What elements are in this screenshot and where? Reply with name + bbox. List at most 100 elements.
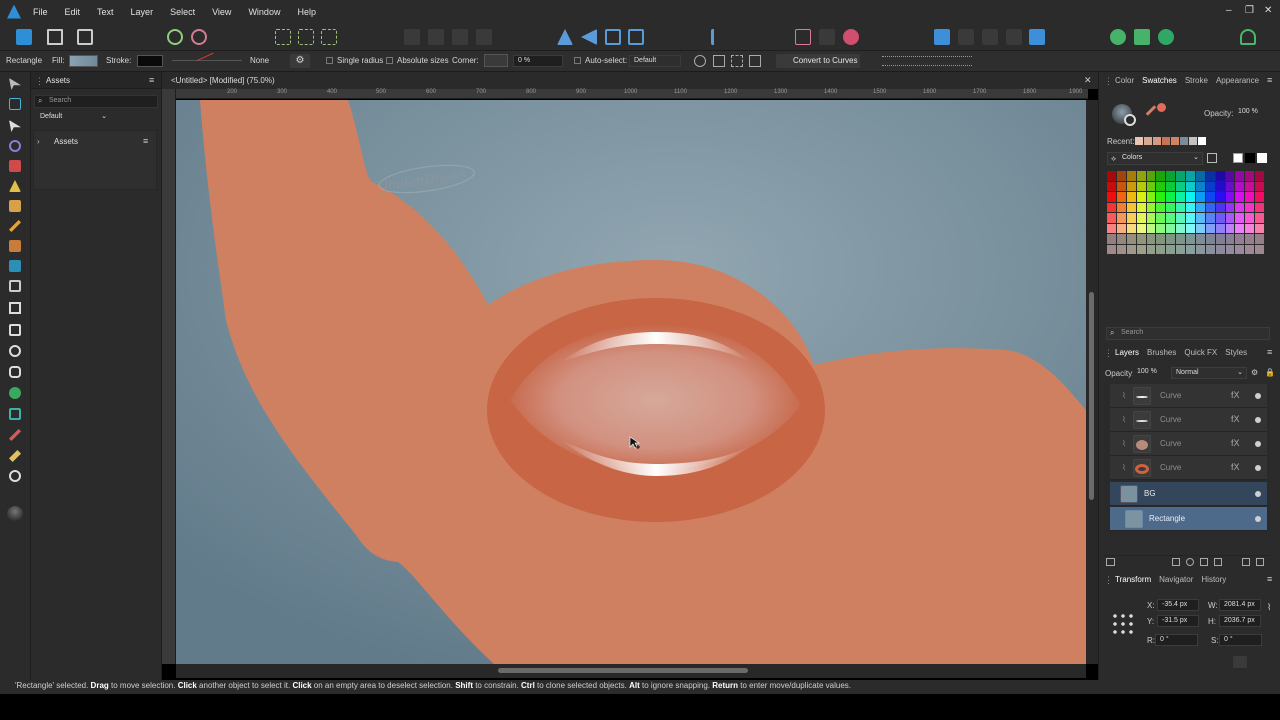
move-tool-icon[interactable] [9, 78, 21, 90]
palette-swatch[interactable] [1156, 234, 1166, 244]
close-document-icon[interactable]: ✕ [1084, 75, 1092, 86]
checkbox-icon[interactable] [386, 57, 393, 65]
transparency-tool-icon[interactable] [9, 260, 21, 272]
palette-swatch[interactable] [1116, 202, 1126, 212]
vertical-scrollbar[interactable] [1086, 100, 1098, 664]
adjustment-icon[interactable] [1186, 558, 1194, 566]
flip-horizontal-icon[interactable] [557, 29, 573, 45]
layer-row[interactable]: ⌇ Curve fX [1110, 432, 1267, 456]
palette-swatch[interactable] [1195, 171, 1205, 181]
point-transform-tool-icon[interactable] [9, 140, 21, 152]
live-filter-icon[interactable] [1200, 558, 1208, 566]
blend-mode-dropdown[interactable]: Normal ⌄ [1171, 367, 1247, 379]
chevron-down-icon[interactable]: › [37, 137, 40, 146]
palette-swatch[interactable] [1146, 192, 1156, 202]
palette-swatch[interactable] [1255, 234, 1264, 244]
palette-swatch[interactable] [1255, 181, 1264, 191]
color-swatch-icon[interactable] [7, 506, 23, 522]
transform-icon-4[interactable] [749, 55, 761, 67]
y-field[interactable]: -31.5 px [1157, 615, 1199, 627]
palette-swatch[interactable] [1136, 234, 1146, 244]
layer-row-bg[interactable]: BG [1110, 482, 1267, 506]
palette-swatch[interactable] [1245, 213, 1255, 223]
absolute-sizes-checkbox[interactable]: Absolute sizes [386, 56, 449, 65]
ellipse-tool-icon[interactable] [9, 345, 21, 357]
link-proportions-icon[interactable]: ⌇ [1267, 602, 1271, 613]
assets-tab[interactable]: Assets [46, 76, 70, 85]
delete-layer-icon[interactable] [1256, 558, 1264, 566]
palette-swatch[interactable] [1176, 171, 1185, 181]
palette-swatch[interactable] [1146, 244, 1156, 254]
select-geometry-icon[interactable] [321, 29, 337, 45]
select-pixels-icon[interactable] [298, 29, 314, 45]
palette-swatch[interactable] [1215, 244, 1225, 254]
palette-swatch[interactable] [1156, 181, 1166, 191]
visibility-icon[interactable] [1255, 417, 1261, 423]
tab-history[interactable]: History [1201, 575, 1226, 584]
palette-swatch[interactable] [1166, 234, 1176, 244]
zoom-tool-icon[interactable] [9, 470, 21, 482]
recent-swatch[interactable] [1198, 137, 1206, 145]
palette-swatch[interactable] [1195, 244, 1205, 254]
palette-swatch[interactable] [1156, 171, 1166, 181]
fill-swatch[interactable] [69, 55, 98, 67]
recent-swatch[interactable] [1180, 137, 1188, 145]
palette-swatch[interactable] [1186, 202, 1195, 212]
view-mode-icon[interactable] [1158, 29, 1174, 45]
palette-swatch[interactable] [1215, 202, 1225, 212]
auto-select-checkbox[interactable]: Auto-select: [574, 56, 627, 65]
panel-menu-icon[interactable]: ≡ [149, 75, 154, 85]
shear-field[interactable]: 0 ° [1219, 634, 1262, 646]
palette-swatch[interactable] [1225, 234, 1235, 244]
fx-icon[interactable]: fX [1231, 414, 1240, 424]
panel-menu-icon[interactable]: ≡ [1267, 574, 1272, 584]
palette-swatch[interactable] [1235, 192, 1245, 202]
rounded-rectangle-tool-icon[interactable] [9, 366, 21, 378]
menu-help[interactable]: Help [297, 7, 316, 17]
mask-layer-icon[interactable] [1172, 558, 1180, 566]
palette-swatch[interactable] [1136, 171, 1146, 181]
visibility-icon[interactable] [1255, 516, 1261, 522]
menu-view[interactable]: View [212, 7, 231, 17]
palette-swatch[interactable] [1176, 181, 1185, 191]
palette-swatch[interactable] [1176, 192, 1185, 202]
palette-swatch[interactable] [1255, 202, 1264, 212]
fx-icon[interactable]: fX [1231, 462, 1240, 472]
palette-swatch[interactable] [1235, 202, 1245, 212]
boolean-xor-icon[interactable] [476, 29, 492, 45]
palette-swatch[interactable] [1186, 234, 1195, 244]
eyedropper-tool-icon[interactable] [9, 450, 21, 462]
palette-swatch[interactable] [1255, 171, 1264, 181]
pixel-persona-icon[interactable] [47, 29, 63, 45]
palette-swatch[interactable] [1205, 213, 1215, 223]
palette-swatch[interactable] [1126, 202, 1136, 212]
palette-swatch[interactable] [1126, 244, 1136, 254]
palette-swatch[interactable] [1195, 202, 1205, 212]
palette-swatch[interactable] [1156, 192, 1166, 202]
palette-swatch[interactable] [1235, 181, 1245, 191]
none-swatch-icon[interactable] [1233, 153, 1243, 163]
palette-swatch[interactable] [1136, 181, 1146, 191]
panel-menu-icon[interactable]: ≡ [1267, 75, 1272, 85]
tab-quick-fx[interactable]: Quick FX [1184, 348, 1217, 357]
palette-swatch[interactable] [1245, 181, 1255, 191]
node-tool-icon[interactable] [9, 120, 21, 132]
palette-swatch[interactable] [1126, 192, 1136, 202]
palette-swatch[interactable] [1126, 234, 1136, 244]
minimize-button[interactable]: – [1226, 5, 1232, 16]
insert-above-icon[interactable] [1006, 29, 1022, 45]
insert-behind-icon[interactable] [958, 29, 974, 45]
menu-select[interactable]: Select [170, 7, 195, 17]
palette-swatch[interactable] [1186, 213, 1195, 223]
group-icon[interactable] [1214, 558, 1222, 566]
palette-swatch[interactable] [1166, 181, 1176, 191]
palette-swatch[interactable] [1255, 223, 1264, 233]
insert-below-icon[interactable] [1029, 29, 1045, 45]
color-picker-tool-icon[interactable] [9, 429, 21, 441]
assets-group-title[interactable]: Assets [54, 137, 78, 146]
palette-swatch[interactable] [1136, 192, 1146, 202]
palette-swatch[interactable] [1136, 202, 1146, 212]
layer-lock-icon[interactable]: ⌇ [1122, 439, 1126, 448]
palette-swatch[interactable] [1245, 244, 1255, 254]
palette-swatch[interactable] [1176, 244, 1185, 254]
